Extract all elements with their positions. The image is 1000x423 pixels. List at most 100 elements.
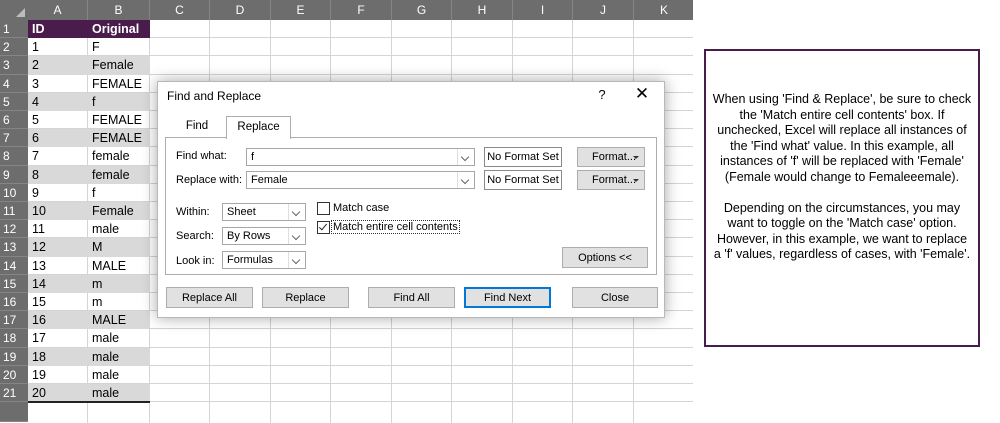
- table-cell[interactable]: 1: [28, 38, 88, 56]
- chevron-down-icon[interactable]: [288, 228, 305, 244]
- row-header[interactable]: 10: [0, 183, 28, 202]
- row-header[interactable]: 19: [0, 347, 28, 366]
- column-header-f[interactable]: F: [331, 0, 392, 20]
- match-case-checkbox[interactable]: [317, 202, 330, 215]
- table-cell[interactable]: 17: [28, 329, 88, 347]
- table-cell[interactable]: 15: [28, 293, 88, 311]
- chevron-down-icon[interactable]: [288, 204, 305, 220]
- match-case-label[interactable]: Match case: [333, 202, 389, 214]
- table-cell[interactable]: FEMALE: [88, 111, 150, 129]
- table-cell[interactable]: 3: [28, 75, 88, 93]
- row-header[interactable]: 21: [0, 384, 28, 403]
- table-cell[interactable]: male: [88, 384, 150, 403]
- column-header-i[interactable]: I: [513, 0, 573, 20]
- table-cell[interactable]: 10: [28, 202, 88, 221]
- column-header-c[interactable]: C: [150, 0, 210, 20]
- find-what-input[interactable]: f: [246, 148, 475, 166]
- table-cell[interactable]: Female: [88, 56, 150, 75]
- close-icon[interactable]: ✕: [632, 84, 652, 104]
- table-cell[interactable]: 19: [28, 366, 88, 384]
- replace-with-input[interactable]: Female: [246, 171, 475, 189]
- row-header[interactable]: 1: [0, 20, 28, 39]
- table-cell[interactable]: 16: [28, 311, 88, 330]
- find-format-button[interactable]: Format...: [577, 147, 645, 167]
- table-cell[interactable]: female: [88, 165, 150, 184]
- table-cell[interactable]: male: [88, 220, 150, 238]
- search-select[interactable]: By Rows: [222, 227, 306, 245]
- table-cell[interactable]: 18: [28, 347, 88, 366]
- row-header[interactable]: 18: [0, 329, 28, 348]
- table-cell[interactable]: Female: [88, 202, 150, 221]
- column-header-k[interactable]: K: [634, 0, 693, 20]
- help-icon[interactable]: ?: [595, 87, 609, 102]
- row-header[interactable]: 4: [0, 74, 28, 93]
- table-cell[interactable]: 12: [28, 238, 88, 257]
- row-header[interactable]: 8: [0, 147, 28, 166]
- replace-button[interactable]: Replace: [262, 287, 349, 308]
- table-cell[interactable]: 9: [28, 184, 88, 202]
- close-button[interactable]: Close: [572, 287, 658, 308]
- table-cell[interactable]: male: [88, 347, 150, 366]
- table-cell[interactable]: FEMALE: [88, 129, 150, 148]
- table-cell[interactable]: FEMALE: [88, 75, 150, 93]
- chevron-down-icon[interactable]: [457, 149, 474, 165]
- tab-replace[interactable]: Replace: [226, 116, 291, 139]
- table-cell[interactable]: 8: [28, 165, 88, 184]
- chevron-down-icon[interactable]: [457, 172, 474, 188]
- row-header[interactable]: 3: [0, 56, 28, 75]
- table-cell[interactable]: 5: [28, 111, 88, 129]
- column-header-e[interactable]: E: [271, 0, 331, 20]
- table-cell[interactable]: 2: [28, 56, 88, 75]
- row-header[interactable]: 15: [0, 274, 28, 293]
- table-cell[interactable]: 14: [28, 274, 88, 293]
- table-cell[interactable]: 7: [28, 147, 88, 165]
- table-cell[interactable]: female: [88, 147, 150, 165]
- row-header[interactable]: 17: [0, 311, 28, 330]
- row-header[interactable]: 11: [0, 202, 28, 221]
- header-cell[interactable]: Original: [88, 20, 150, 39]
- replace-format-button[interactable]: Format...: [577, 170, 645, 190]
- find-all-button[interactable]: Find All: [368, 287, 455, 308]
- column-header-a[interactable]: A: [28, 0, 88, 20]
- column-header-j[interactable]: J: [573, 0, 634, 20]
- table-cell[interactable]: m: [88, 293, 150, 311]
- table-cell[interactable]: MALE: [88, 257, 150, 275]
- table-cell[interactable]: 11: [28, 220, 88, 238]
- column-header-g[interactable]: G: [392, 0, 452, 20]
- row-header[interactable]: 2: [0, 38, 28, 57]
- table-cell[interactable]: MALE: [88, 311, 150, 330]
- table-cell[interactable]: f: [88, 92, 150, 111]
- table-cell[interactable]: f: [88, 184, 150, 202]
- column-header-d[interactable]: D: [210, 0, 271, 20]
- table-cell[interactable]: 4: [28, 92, 88, 111]
- row-header[interactable]: 20: [0, 365, 28, 384]
- match-entire-checkbox[interactable]: [317, 221, 330, 234]
- lookin-select[interactable]: Formulas: [222, 251, 306, 269]
- row-header[interactable]: 13: [0, 238, 28, 257]
- replace-all-button[interactable]: Replace All: [166, 287, 253, 308]
- row-header[interactable]: 7: [0, 129, 28, 148]
- column-header-b[interactable]: B: [88, 0, 150, 20]
- header-cell[interactable]: ID: [28, 20, 88, 39]
- table-cell[interactable]: 20: [28, 384, 88, 403]
- row-header[interactable]: 14: [0, 256, 28, 275]
- column-header-h[interactable]: H: [452, 0, 513, 20]
- row-header[interactable]: 9: [0, 165, 28, 184]
- find-next-button[interactable]: Find Next: [464, 287, 551, 308]
- table-cell[interactable]: male: [88, 366, 150, 384]
- select-all-corner[interactable]: [0, 0, 28, 20]
- match-entire-label[interactable]: Match entire cell contents: [331, 220, 460, 234]
- table-cell[interactable]: m: [88, 274, 150, 293]
- chevron-down-icon[interactable]: [288, 252, 305, 268]
- row-header[interactable]: 6: [0, 111, 28, 130]
- table-cell[interactable]: M: [88, 238, 150, 257]
- table-cell[interactable]: 13: [28, 257, 88, 275]
- within-select[interactable]: Sheet: [222, 203, 306, 221]
- tab-find[interactable]: Find: [172, 116, 222, 137]
- row-header[interactable]: 12: [0, 220, 28, 239]
- table-cell[interactable]: male: [88, 329, 150, 347]
- options-button[interactable]: Options <<: [562, 247, 648, 268]
- table-cell[interactable]: 6: [28, 129, 88, 148]
- row-header[interactable]: 16: [0, 293, 28, 312]
- row-header[interactable]: 5: [0, 92, 28, 111]
